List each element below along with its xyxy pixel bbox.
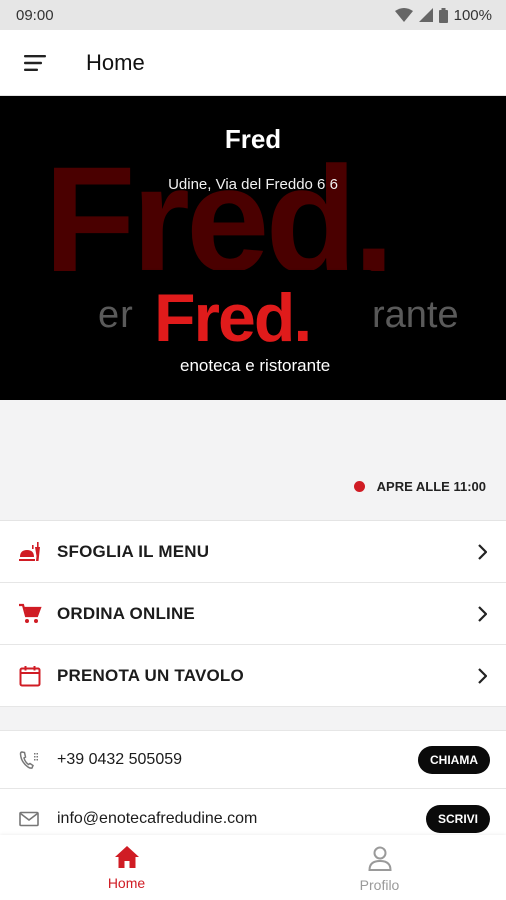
- browse-menu-row[interactable]: SFOGLIA IL MENU: [0, 521, 506, 583]
- section-divider: [0, 707, 506, 731]
- logo-wordmark: Fred.: [154, 280, 312, 356]
- chevron-right-icon: [474, 664, 490, 688]
- chevron-right-icon: [474, 540, 490, 564]
- hero-background-sub-right: rante: [372, 294, 459, 336]
- browse-menu-label: SFOGLIA IL MENU: [57, 541, 210, 561]
- hamburger-icon: [24, 54, 46, 71]
- status-icons: 100%: [394, 6, 492, 24]
- signal-icon: [418, 8, 433, 22]
- call-button[interactable]: CHIAMA: [418, 746, 490, 774]
- nav-home-label: Home: [107, 875, 146, 891]
- email-address: info@enotecafredudine.com: [57, 809, 258, 827]
- battery-level: 100%: [453, 6, 492, 24]
- nav-home[interactable]: Home: [0, 835, 253, 900]
- phone-icon: [18, 749, 40, 771]
- nav-profile-label: Profilo: [359, 877, 400, 893]
- cart-icon: [18, 602, 42, 626]
- book-table-label: PRENOTA UN TAVOLO: [57, 665, 244, 685]
- hamburger-button[interactable]: [0, 30, 70, 96]
- chevron-right-icon: [474, 602, 490, 626]
- status-dot: [353, 481, 365, 492]
- home-icon: [114, 846, 139, 868]
- nav-profile[interactable]: Profilo: [253, 835, 506, 900]
- opening-status: APRE ALLE 11:00: [353, 479, 486, 494]
- status-time: 09:00: [16, 6, 54, 24]
- opening-status-text: APRE ALLE 11:00: [376, 479, 486, 494]
- restaurant-address: Udine, Via del Freddo 6 6: [168, 176, 338, 193]
- phone-number: +39 0432 505059: [57, 751, 183, 768]
- book-table-row[interactable]: PRENOTA UN TAVOLO: [0, 645, 506, 707]
- page-title: Home: [86, 49, 145, 75]
- logo-tagline: enoteca e ristorante: [180, 356, 331, 375]
- info-area: [0, 400, 506, 520]
- battery-icon: [438, 7, 448, 23]
- calendar-icon: [18, 664, 42, 688]
- bottom-navigation: Home Profilo: [0, 835, 506, 900]
- action-list: SFOGLIA IL MENU ORDINA ONLINE PRENOTA UN…: [0, 520, 506, 707]
- order-online-row[interactable]: ORDINA ONLINE: [0, 583, 506, 645]
- hero-background-sub-left: er: [98, 294, 134, 336]
- restaurant-name: Fred: [224, 124, 282, 154]
- app-bar: Home: [0, 30, 506, 96]
- write-button[interactable]: SCRIVI: [425, 804, 490, 833]
- wifi-icon: [394, 8, 413, 22]
- phone-row: +39 0432 505059 CHIAMA: [0, 732, 506, 789]
- profile-icon: [367, 846, 392, 871]
- mail-icon: [18, 808, 40, 830]
- menu-food-icon: [18, 540, 42, 564]
- order-online-label: ORDINA ONLINE: [57, 603, 195, 623]
- status-bar: 09:00 100%: [0, 0, 506, 30]
